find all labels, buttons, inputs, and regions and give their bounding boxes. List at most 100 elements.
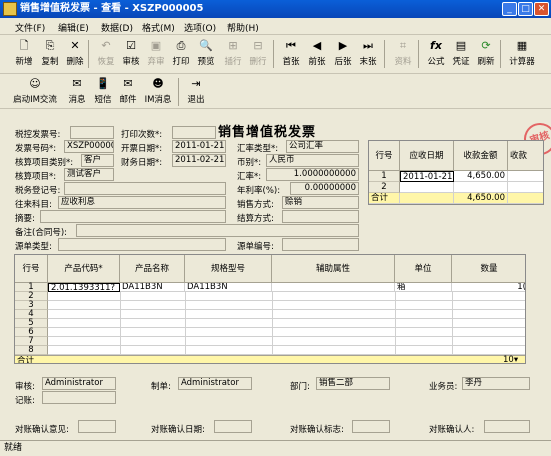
confirm-person-field[interactable] [484, 420, 530, 433]
recv-col-date: 应收日期 [400, 141, 454, 171]
confirm-person-label: 对账确认人: [429, 425, 475, 435]
detail-name-cell[interactable]: DA11B3N [120, 283, 185, 292]
recv-extra-cell[interactable] [508, 171, 543, 182]
recv-row-no: 2 [369, 182, 400, 193]
recv-amount-cell[interactable] [454, 182, 508, 193]
mail-icon: ✉ [123, 77, 133, 90]
rate-type-field[interactable]: 公司汇率 [286, 140, 359, 153]
im-message-button[interactable]: ☻ IM消息 [143, 77, 173, 105]
confirm-date-field[interactable] [214, 420, 252, 433]
exit-button[interactable]: ⇥ 退出 [183, 77, 209, 105]
insert-row-icon: ⊞ [228, 39, 238, 52]
settle-field[interactable] [282, 210, 359, 223]
recv-total-extra [508, 193, 543, 204]
calculator-icon: ▦ [516, 39, 528, 52]
last-icon: ⏭ [363, 39, 373, 52]
booker-field[interactable] [42, 391, 116, 404]
sms-icon: 📱 [96, 77, 110, 90]
menu-options[interactable]: 选项(O) [184, 21, 216, 34]
detail-code-cell[interactable]: 2.01.1393311? [48, 283, 120, 292]
preview-icon: 🔍 [199, 39, 213, 52]
print-count-label: 打印次数*: [121, 130, 163, 140]
recv-extra-cell[interactable] [508, 182, 543, 193]
last-button[interactable]: ⏭ 末张 [355, 39, 381, 67]
annual-rate-field[interactable]: 0.00000000 [290, 182, 359, 195]
src-no-field[interactable] [282, 238, 359, 251]
detail-attr-cell[interactable] [272, 283, 395, 292]
acct-item-label: 核算项目*: [15, 172, 57, 182]
menu-format[interactable]: 格式(M) [142, 21, 175, 34]
rate-field[interactable]: 1.0000000000 [266, 168, 359, 181]
summary-label: 摘要: [15, 214, 35, 224]
acct-cat-field[interactable]: 客户 [81, 154, 114, 167]
salesman-field[interactable]: 李丹 [462, 377, 530, 390]
menu-file[interactable]: 文件(F) [15, 21, 45, 34]
message-icon: ✉ [72, 77, 82, 90]
tax-reg-field[interactable] [64, 182, 226, 195]
booker-label: 记账: [15, 396, 35, 406]
invoice-no-field[interactable]: XSZP000005 [64, 140, 114, 153]
auditor-label: 审核: [15, 382, 35, 392]
acct-cat-label: 核算项目类别*: [15, 158, 74, 168]
app-icon [3, 2, 17, 16]
detail-qty-cell[interactable]: 1( [452, 283, 525, 292]
first-icon: ⏮ [286, 39, 296, 52]
menu-help[interactable]: 帮助(H) [227, 21, 259, 34]
fin-date-field[interactable]: 2011-02-21 [172, 154, 226, 167]
detail-row-no: 8 [15, 346, 48, 355]
menu-edit[interactable]: 编辑(E) [58, 21, 89, 34]
settle-label: 结算方式: [237, 214, 274, 224]
calculator-button[interactable]: ▦ 计算器 [507, 39, 537, 67]
dept-field[interactable]: 销售二部 [316, 377, 390, 390]
tax-invoice-no-field[interactable] [70, 126, 114, 139]
maximize-icon[interactable]: □ [518, 2, 533, 16]
currency-field[interactable]: 人民币 [266, 154, 359, 167]
src-no-label: 源单编号: [237, 242, 274, 252]
im-start-icon: ☺ [29, 77, 41, 90]
im-start-button[interactable]: ☺ 启动IM交流 [13, 77, 57, 105]
info-button[interactable]: ⌗ 资料 [390, 39, 416, 67]
delete-row-button[interactable]: ⊟ 删行 [245, 39, 271, 67]
menu-data[interactable]: 数据(D) [101, 21, 133, 34]
maker-field[interactable]: Administrator [178, 377, 252, 390]
detail-grid: 行号 产品代码* 产品名称 规格型号 辅助属性 单位 数量 1 2.01.139… [14, 254, 526, 364]
minimize-icon[interactable]: _ [502, 2, 517, 16]
src-type-field[interactable] [58, 238, 226, 251]
new-doc-icon: 🗋 [19, 39, 29, 52]
detail-col-spec: 规格型号 [185, 255, 272, 283]
voucher-icon: ▤ [455, 39, 467, 52]
detail-spec-cell[interactable]: DA11B3N [185, 283, 272, 292]
remark-field[interactable] [76, 224, 359, 237]
invoice-date-label: 开票日期*: [121, 144, 163, 154]
refresh-button[interactable]: ⟳ 刷新 [473, 39, 499, 67]
sale-method-field[interactable]: 赊销 [282, 196, 359, 209]
tax-reg-label: 税务登记号: [15, 186, 61, 196]
detail-total-label: 合计 [17, 356, 35, 364]
delete-button[interactable]: ✕ 删除 [62, 39, 88, 67]
audit-icon: ☑ [126, 39, 136, 52]
invoice-date-field[interactable]: 2011-01-21 [172, 140, 226, 153]
detail-unit-cell[interactable]: 箱 [395, 283, 452, 292]
fin-date-label: 财务日期*: [121, 158, 163, 168]
auditor-field[interactable]: Administrator [42, 377, 116, 390]
recv-total-blank [400, 193, 454, 204]
recv-date-cell[interactable] [400, 182, 454, 193]
acct-item-field[interactable]: 测试客户 [64, 168, 114, 181]
subject-field[interactable]: 应收利息 [58, 196, 226, 209]
delete-icon: ✕ [70, 39, 80, 52]
window-title-bar[interactable]: 销售增值税发票 - 查看 - XSZP000005 [0, 0, 551, 18]
close-icon[interactable]: ✕ [534, 2, 549, 16]
confirm-opinion-field[interactable] [78, 420, 116, 433]
summary-field[interactable] [40, 210, 226, 223]
maker-label: 制单: [151, 382, 171, 392]
recv-date-cell[interactable]: 2011-01-21 [400, 171, 454, 182]
rate-type-label: 汇率类型*: [237, 144, 279, 154]
confirm-flag-field[interactable] [352, 420, 390, 433]
exit-icon: ⇥ [191, 77, 201, 90]
recv-amount-cell[interactable]: 4,650.00 [454, 171, 508, 182]
print-count-field[interactable] [172, 126, 216, 139]
detail-col-name: 产品名称 [120, 255, 185, 283]
recv-col-amount: 收款金额 [454, 141, 508, 171]
toolbar-im: ☺ 启动IM交流 ✉ 消息 📱 短信 ✉ 邮件 ☻ IM消息 ⇥ 退出 [0, 73, 551, 109]
recv-col-extra: 收款 [508, 141, 543, 171]
